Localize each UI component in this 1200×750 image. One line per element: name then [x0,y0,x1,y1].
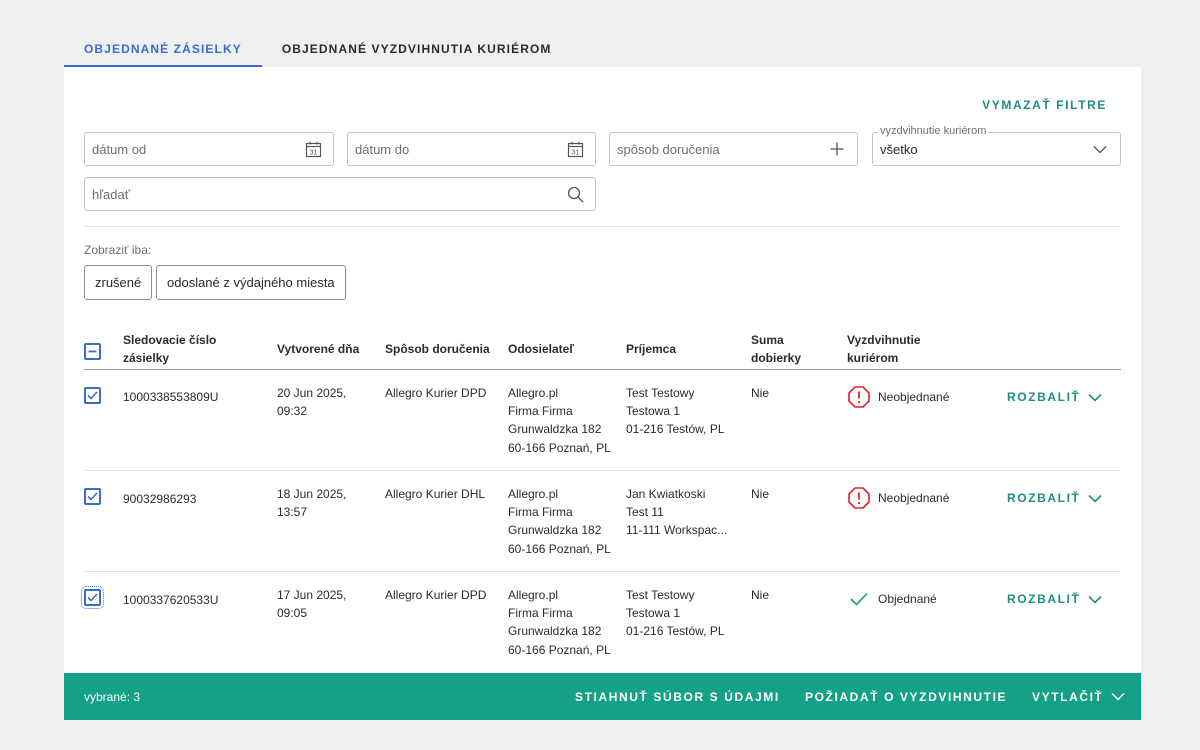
alert-octagon-icon [848,386,870,408]
search-icon[interactable] [565,184,585,204]
sender-address: Allegro.pl Firma Firma Grunwaldzka 182 60-1… [508,487,611,556]
check-icon [848,588,870,610]
expand-button[interactable]: ROZBALIŤ [1007,491,1103,505]
pickup-status: Neobjednané [848,386,949,408]
request-pickup-button[interactable]: POŽIADAŤ O VYZDVIHNUTIE [805,690,1007,704]
selected-count: vybrané: 3 [84,689,141,704]
delivery-method: Allegro Kurier DHL [385,487,486,501]
table-header-divider [84,369,1121,370]
chevron-down-icon [1088,393,1103,402]
row-divider [84,470,1121,471]
show-only-label: Zobraziť iba: [84,243,152,257]
select-all-checkbox[interactable] [84,343,101,360]
print-button[interactable]: VYTLAČIŤ [1032,690,1125,704]
recipient-address: Test Testowy Testowa 1 01-216 Testów, PL [626,386,725,437]
download-data-button[interactable]: STIAHNUŤ SÚBOR S ÚDAJMI [575,690,780,704]
header-tracking-number: Sledovacie číslo zásielky [123,333,217,365]
sender-address: Allegro.pl Firma Firma Grunwaldzka 182 60-1… [508,386,611,455]
checkbox-indeterminate-icon [88,350,97,353]
delivery-method-placeholder: spôsob doručenia [617,141,720,157]
tracking-number: 1000337620533U [123,593,219,607]
sender-address: Allegro.pl Firma Firma Grunwaldzka 182 60-1… [508,588,611,657]
tab-ordered-courier-pickups[interactable]: OBJEDNANÉ VYZDVIHNUTIA KURIÉROM [262,30,572,67]
tracking-number: 1000338553809U [123,390,219,404]
header-sender: Odosielateľ [508,342,574,356]
pickup-status: Neobjednané [848,487,949,509]
header-created: Vytvorené dňa [277,342,360,356]
tab-bar: OBJEDNANÉ ZÁSIELKY OBJEDNANÉ VYZDVIHNUTI… [64,30,572,67]
delivery-method: Allegro Kurier DPD [385,588,487,602]
shipments-panel: VYMAZAŤ FILTRE dátum od 31 dátum do 31 s… [64,67,1141,720]
cod-amount: Nie [751,386,770,400]
date-from-placeholder: dátum od [92,141,147,157]
header-courier-pickup: Vyzdvihnutie kuriérom [847,333,921,365]
expand-button[interactable]: ROZBALIŤ [1007,390,1103,404]
created-date: 18 Jun 2025, 13:57 [277,487,347,520]
recipient-address: Jan Kwiatkoski Test 11 11-111 Workspac... [626,487,728,538]
chevron-down-icon [1088,595,1103,604]
date-from-field[interactable]: dátum od 31 [84,132,334,166]
chevron-down-icon [1088,494,1103,503]
row-checkbox[interactable] [84,387,101,404]
checkbox-checked-icon [87,492,98,501]
cod-amount: Nie [751,487,770,501]
cod-amount: Nie [751,588,770,602]
created-date: 20 Jun 2025, 09:32 [277,386,347,419]
row-divider [84,571,1121,572]
clear-filters-button[interactable]: VYMAZAŤ FILTRE [982,98,1107,112]
filter-chip-sent-from-pickup-point[interactable]: odoslané z výdajného miesta [156,265,346,300]
search-placeholder: hľadať [92,186,130,202]
plus-icon[interactable] [827,139,847,159]
checkbox-checked-icon [87,593,98,602]
chevron-down-icon [1111,693,1125,701]
expand-button[interactable]: ROZBALIŤ [1007,592,1103,606]
svg-text:31: 31 [571,149,579,156]
date-to-placeholder: dátum do [355,141,410,157]
date-to-field[interactable]: dátum do 31 [347,132,596,166]
calendar-icon[interactable]: 31 [565,139,585,159]
created-date: 17 Jun 2025, 09:05 [277,588,347,621]
recipient-address: Test Testowy Testowa 1 01-216 Testów, PL [626,588,725,639]
header-cod-amount: Suma dobierky [751,333,802,365]
courier-pickup-value: všetko [880,141,918,157]
filters-divider [84,226,1121,227]
row-checkbox[interactable] [84,488,101,505]
courier-pickup-select[interactable]: vyzdvihnutie kuriérom všetko [872,125,1121,166]
alert-octagon-icon [848,487,870,509]
checkbox-checked-icon [87,391,98,400]
header-recipient: Príjemca [626,342,677,356]
search-field[interactable]: hľadať [84,177,596,211]
tracking-number: 90032986293 [123,492,197,506]
svg-text:31: 31 [309,149,317,156]
delivery-method: Allegro Kurier DPD [385,386,487,400]
header-delivery-method: Spôsob doručenia [385,342,490,356]
row-checkbox[interactable] [81,586,104,609]
delivery-method-field[interactable]: spôsob doručenia [609,132,858,166]
tab-ordered-shipments[interactable]: OBJEDNANÉ ZÁSIELKY [64,30,262,67]
courier-pickup-legend: vyzdvihnutie kuriérom [878,125,989,137]
filter-chip-cancelled[interactable]: zrušené [84,265,153,300]
chevron-down-icon[interactable] [1090,139,1110,159]
pickup-status: Objednané [848,588,937,610]
bulk-action-bar: vybrané: 3 STIAHNUŤ SÚBOR S ÚDAJMI POŽIA… [64,673,1141,720]
calendar-icon[interactable]: 31 [303,139,323,159]
